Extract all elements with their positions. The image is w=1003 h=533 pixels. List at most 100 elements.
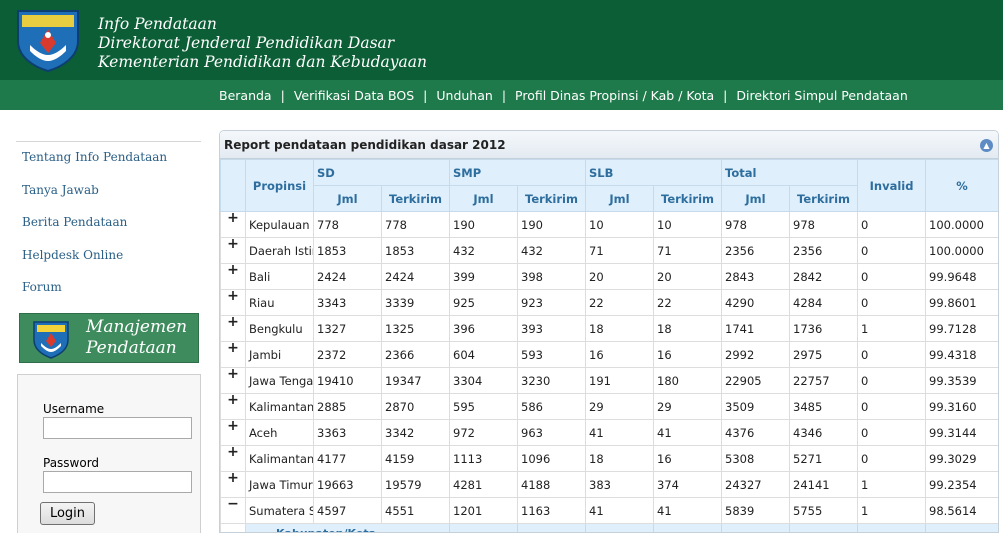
nav-link-profil-dinas[interactable]: Profil Dinas Propinsi / Kab / Kota	[515, 88, 714, 103]
column-header-total-terkirim[interactable]: Terkirim	[789, 185, 859, 212]
column-header-sd-terkirim[interactable]: Terkirim	[381, 185, 450, 212]
cell-total-terkirim: 4284	[789, 289, 859, 316]
table-row[interactable]: +Kalimantan S288528705955862929350934850…	[220, 393, 998, 420]
manajemen-pendataan-text: Manajemen Pendataan	[86, 317, 187, 359]
expand-row-icon[interactable]: +	[220, 211, 246, 238]
column-header-smp-jml[interactable]: Jml	[449, 185, 518, 212]
collapse-panel-icon[interactable]: ▲	[980, 139, 993, 152]
cell-smp-jml: 1201	[449, 497, 518, 524]
column-header-invalid[interactable]: Invalid	[857, 159, 927, 212]
cell-smp-jml: 3304	[449, 367, 518, 394]
nav-link-beranda[interactable]: Beranda	[219, 88, 272, 103]
table-row[interactable]: +Kepulauan B77877819019010109789780100.0…	[220, 211, 998, 238]
password-input[interactable]	[43, 471, 192, 493]
column-header-total-jml[interactable]: Jml	[721, 185, 791, 212]
collapse-row-icon[interactable]: −	[220, 497, 246, 524]
column-header-slb-terkirim[interactable]: Terkirim	[652, 185, 723, 212]
table-row[interactable]: −Sumatera Se4597455112011163414158395755…	[220, 497, 998, 524]
table-row[interactable]: + Jawa Tengah 19410 19347 3304 3230 191 180 2290…	[220, 367, 998, 394]
cell-total-terkirim: 24141	[789, 471, 859, 498]
cell-invalid: 0	[857, 419, 927, 446]
cell-smp-terkirim: 1163	[517, 497, 586, 524]
subgrid-column-header	[517, 523, 586, 532]
nav-link-direktori-simpul[interactable]: Direktori Simpul Pendataan	[736, 88, 907, 103]
cell-sd-terkirim: 4551	[381, 497, 450, 524]
cell-sd-terkirim: 1325	[381, 315, 450, 342]
cell-smp-jml: 925	[449, 289, 518, 316]
cell-sd-terkirim: 2870	[381, 393, 450, 420]
login-button[interactable]: Login	[40, 502, 95, 525]
table-row[interactable]: +Kalimantan E417741591113109618165308527…	[220, 445, 998, 472]
column-header-percent[interactable]: %	[925, 159, 998, 212]
column-header-slb-jml[interactable]: Jml	[585, 185, 654, 212]
sidebar-item-helpdesk-online[interactable]: Helpdesk Online	[16, 248, 201, 281]
expand-row-icon[interactable]: +	[220, 367, 246, 394]
nav-separator: |	[280, 87, 285, 103]
nav-link-verifikasi-data-bos[interactable]: Verifikasi Data BOS	[294, 88, 414, 103]
cell-slb-jml: 18	[585, 445, 654, 472]
tut-wuri-handayani-logo	[33, 321, 69, 359]
table-row[interactable]: + Bengkulu 1327 1325 396 393 18 18 1741 1736 1 99.7…	[220, 315, 998, 342]
sidebar-menu: Tentang Info Pendataan Tanya Jawab Berit…	[16, 150, 201, 313]
table-row[interactable]: + Jawa Timur 19663 19579 4281 4188 383 374 24327…	[220, 471, 998, 498]
cell-propinsi: Daerah Istim	[245, 237, 314, 264]
expand-row-icon[interactable]: +	[220, 419, 246, 446]
expand-row-icon[interactable]: +	[220, 237, 246, 264]
table-row[interactable]: + Aceh 3363 3342 972 963 41 41 4376 4346 0 99.3144	[220, 419, 998, 446]
cell-propinsi: Riau	[245, 289, 314, 316]
cell-smp-jml: 399	[449, 263, 518, 290]
cell-total-jml: 24327	[721, 471, 791, 498]
sidebar-item-forum[interactable]: Forum	[16, 280, 201, 313]
cell-sd-jml: 1853	[313, 237, 382, 264]
subgrid-column-header-kabupaten-kota[interactable]: Kabupaten/Kota	[245, 523, 450, 532]
site-title: Info Pendataan Direktorat Jenderal Pendi…	[98, 15, 427, 72]
cell-sd-jml: 2424	[313, 263, 382, 290]
cell-percent: 99.8601	[925, 289, 998, 316]
report-panel-header: Report pendataan pendidikan dasar 2012 ▲	[220, 131, 998, 159]
cell-invalid: 0	[857, 211, 927, 238]
cell-total-terkirim: 4346	[789, 419, 859, 446]
username-input[interactable]	[43, 417, 192, 439]
cell-propinsi: Kalimantan E	[245, 445, 314, 472]
sidebar-item-tentang-info-pendataan[interactable]: Tentang Info Pendataan	[16, 150, 201, 183]
cell-sd-terkirim: 1853	[381, 237, 450, 264]
sidebar-item-berita-pendataan[interactable]: Berita Pendataan	[16, 215, 201, 248]
cell-total-jml: 978	[721, 211, 791, 238]
expand-row-icon[interactable]: +	[220, 471, 246, 498]
cell-smp-jml: 972	[449, 419, 518, 446]
cell-invalid: 0	[857, 341, 927, 368]
cell-slb-terkirim: 16	[652, 341, 723, 368]
cell-percent: 99.3029	[925, 445, 998, 472]
column-header-propinsi[interactable]: Propinsi	[245, 159, 314, 212]
cell-smp-jml: 396	[449, 315, 518, 342]
cell-smp-terkirim: 4188	[517, 471, 586, 498]
sidebar-item-tanya-jawab[interactable]: Tanya Jawab	[16, 183, 201, 216]
table-row[interactable]: + Jambi 2372 2366 604 593 16 16 2992 2975 0 99.4318	[220, 341, 998, 368]
expand-row-icon[interactable]: +	[220, 315, 246, 342]
report-title: Report pendataan pendidikan dasar 2012	[224, 138, 506, 152]
manajemen-pendataan-banner[interactable]: Manajemen Pendataan	[19, 313, 199, 363]
cell-sd-jml: 4597	[313, 497, 382, 524]
password-label: Password	[43, 456, 100, 470]
cell-percent: 100.0000	[925, 211, 998, 238]
cell-sd-jml: 2885	[313, 393, 382, 420]
expand-row-icon[interactable]: +	[220, 445, 246, 472]
expand-row-icon[interactable]: +	[220, 263, 246, 290]
expand-row-icon[interactable]: +	[220, 393, 246, 420]
table-row[interactable]: + Riau 3343 3339 925 923 22 22 4290 4284 0 99.8601	[220, 289, 998, 316]
username-label: Username	[43, 402, 105, 416]
table-row[interactable]: +Daerah Istim185318534324327171235623560…	[220, 237, 998, 264]
cell-slb-jml: 10	[585, 211, 654, 238]
cell-slb-terkirim: 180	[652, 367, 723, 394]
expand-row-icon[interactable]: +	[220, 289, 246, 316]
table-row[interactable]: + Bali 2424 2424 399 398 20 20 2843 2842 0 99.9648	[220, 263, 998, 290]
cell-slb-terkirim: 18	[652, 315, 723, 342]
cell-smp-terkirim: 586	[517, 393, 586, 420]
column-header-smp-terkirim[interactable]: Terkirim	[517, 185, 586, 212]
cell-slb-jml: 191	[585, 367, 654, 394]
expand-row-icon[interactable]: +	[220, 341, 246, 368]
column-header-sd-jml[interactable]: Jml	[313, 185, 382, 212]
nav-link-unduhan[interactable]: Unduhan	[436, 88, 492, 103]
cell-percent: 99.2354	[925, 471, 998, 498]
cell-smp-jml: 432	[449, 237, 518, 264]
